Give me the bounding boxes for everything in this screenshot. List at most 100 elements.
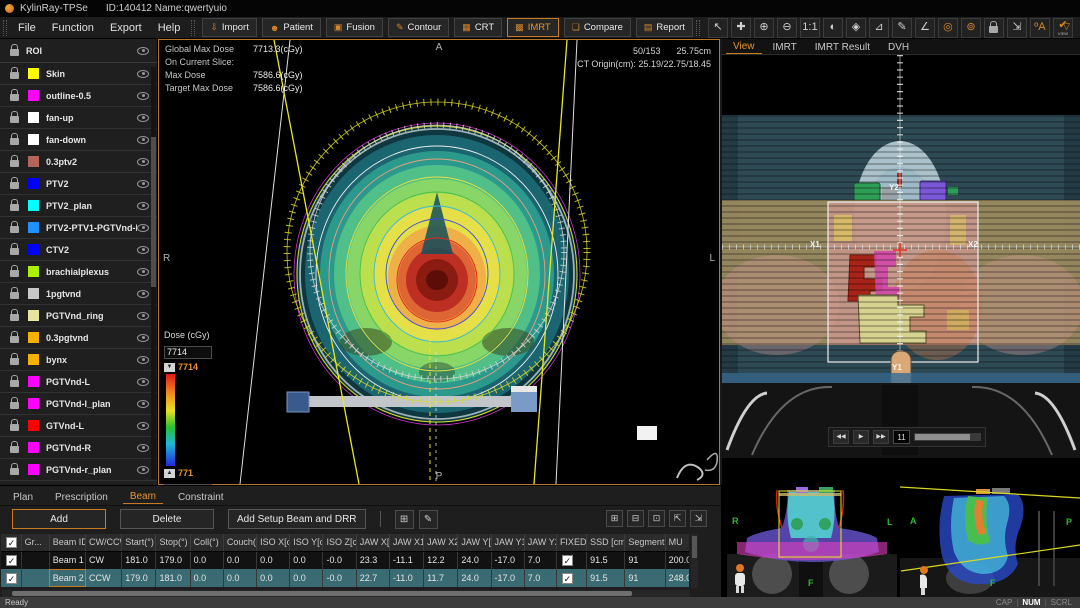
- collapse-toolbar-icon[interactable]: ▽: [1063, 21, 1070, 32]
- table-cell[interactable]: 0.0: [223, 569, 256, 587]
- toolbar-patient-button[interactable]: ☻Patient: [262, 18, 321, 37]
- dose-lower-handle[interactable]: ▲: [164, 469, 175, 478]
- menu-function[interactable]: Function: [44, 22, 102, 34]
- roi-color-swatch[interactable]: [28, 68, 39, 79]
- eye-icon[interactable]: [137, 202, 149, 210]
- table-cell[interactable]: 0.0: [223, 551, 256, 569]
- add-drr-button[interactable]: ⊞: [395, 510, 414, 529]
- lock-icon[interactable]: [10, 292, 19, 299]
- roi-item-pgtvnd-r[interactable]: PGTVnd-R: [0, 437, 157, 459]
- table-cell[interactable]: -0.0: [323, 569, 356, 587]
- roi-color-swatch[interactable]: [28, 398, 39, 409]
- table-cell[interactable]: 22.7: [356, 569, 389, 587]
- tab-plan[interactable]: Plan: [6, 491, 40, 504]
- roi-item-0-3ptv2[interactable]: 0.3ptv2: [0, 151, 157, 173]
- roi-color-swatch[interactable]: [28, 354, 39, 365]
- beam-table-hscrollbar[interactable]: [2, 590, 690, 597]
- lock-icon[interactable]: [10, 49, 19, 56]
- beam-export-button[interactable]: ⇱: [669, 510, 686, 527]
- roi-scrollbar-thumb[interactable]: [151, 137, 156, 287]
- lock-icon[interactable]: [10, 138, 19, 145]
- roi-color-swatch[interactable]: [28, 376, 39, 387]
- fixed-checkbox[interactable]: [562, 573, 573, 584]
- roi-color-swatch[interactable]: [28, 266, 39, 277]
- scrollbar-thumb[interactable]: [12, 591, 632, 596]
- roi-color-swatch[interactable]: [28, 464, 39, 475]
- edit-drr-button[interactable]: ✎: [419, 510, 438, 529]
- table-cell[interactable]: CW: [86, 551, 122, 569]
- rewind-button[interactable]: ◀◀: [833, 430, 849, 444]
- roi-item-pgtvnd-r-plan[interactable]: PGTVnd-r_plan: [0, 459, 157, 481]
- toolbar-crt-button[interactable]: ▦CRT: [454, 18, 502, 37]
- roi-color-swatch[interactable]: [28, 420, 39, 431]
- fast-forward-button[interactable]: ▶▶: [873, 430, 889, 444]
- profile-icon[interactable]: ⊿: [869, 18, 889, 38]
- axial-viewport[interactable]: Global Max Dose7713.3(cGy) On Current Sl…: [158, 39, 720, 485]
- iso-view-icon[interactable]: ◈: [846, 18, 866, 38]
- lock-icon[interactable]: [10, 314, 19, 321]
- table-cell[interactable]: Beam 2: [49, 569, 85, 587]
- roi-item-pgtvnd-l-plan[interactable]: PGTVnd-l_plan: [0, 393, 157, 415]
- eye-icon[interactable]: [137, 47, 149, 55]
- table-cell[interactable]: 181.0: [122, 551, 156, 569]
- toolbar-imrt-button[interactable]: ▩IMRT: [507, 18, 559, 37]
- zoom-in-icon[interactable]: ⊕: [754, 18, 774, 38]
- lock-icon[interactable]: [10, 336, 19, 343]
- table-cell[interactable]: [21, 569, 49, 587]
- beam-table-vscrollbar[interactable]: [691, 534, 698, 588]
- roi-item-ctv2[interactable]: CTV2: [0, 239, 157, 261]
- table-cell[interactable]: 91.5: [587, 551, 625, 569]
- eye-icon[interactable]: [137, 136, 149, 144]
- eye-icon[interactable]: [137, 92, 149, 100]
- actual-size-icon[interactable]: 1:1: [800, 18, 820, 38]
- angle-icon[interactable]: ∠: [915, 18, 935, 38]
- table-cell[interactable]: 200.0: [665, 551, 689, 569]
- zoom-out-icon[interactable]: ⊖: [777, 18, 797, 38]
- roi-item-0-3pgtvnd[interactable]: 0.3pgtvnd: [0, 327, 157, 349]
- roi-color-swatch[interactable]: [28, 156, 39, 167]
- playback-slider[interactable]: [914, 433, 981, 441]
- eye-icon[interactable]: [137, 224, 149, 232]
- beam-opposed-button[interactable]: ⊟: [627, 510, 644, 527]
- lock-icon[interactable]: [10, 424, 19, 431]
- play-button[interactable]: ▶: [853, 430, 869, 444]
- bev-viewport[interactable]: X1 X2 Y2 Y1 ◀◀ ▶ ▶▶ 11: [722, 55, 1080, 485]
- table-cell[interactable]: CCW: [86, 569, 122, 587]
- toolbar-compare-button[interactable]: ❏Compare: [564, 18, 631, 37]
- table-cell[interactable]: -0.0: [323, 551, 356, 569]
- fixed-cell[interactable]: [556, 551, 586, 569]
- row-select-cell[interactable]: [1, 551, 21, 569]
- menu-help[interactable]: Help: [150, 22, 189, 34]
- eye-icon[interactable]: [137, 290, 149, 298]
- table-cell[interactable]: [21, 551, 49, 569]
- lock-icon[interactable]: [10, 248, 19, 255]
- roi-item-fan-down[interactable]: fan-down: [0, 129, 157, 151]
- table-cell[interactable]: 23.3: [356, 551, 389, 569]
- roi-color-swatch[interactable]: [28, 244, 39, 255]
- roi-item-ptv2[interactable]: PTV2: [0, 173, 157, 195]
- lock-icon[interactable]: [10, 160, 19, 167]
- table-cell[interactable]: 24.0: [458, 569, 491, 587]
- toolbar-fusion-button[interactable]: ▣Fusion: [326, 18, 383, 37]
- roi-color-swatch[interactable]: [28, 442, 39, 453]
- beam-row[interactable]: Beam 1CW181.0179.00.00.00.00.0-0.023.3-1…: [1, 551, 689, 569]
- eye-icon[interactable]: [137, 246, 149, 254]
- eye-icon[interactable]: [137, 158, 149, 166]
- eye-icon[interactable]: [137, 444, 149, 452]
- table-cell[interactable]: -11.1: [389, 551, 423, 569]
- add-beam-button[interactable]: Add: [12, 509, 106, 529]
- row-checkbox[interactable]: [6, 555, 17, 566]
- roi-color-swatch[interactable]: [28, 178, 39, 189]
- lock-icon[interactable]: [10, 380, 19, 387]
- beam-template-button[interactable]: ⊡: [648, 510, 665, 527]
- beam-import-button[interactable]: ⇲: [690, 510, 707, 527]
- dose-max-input[interactable]: [164, 346, 212, 359]
- eye-icon[interactable]: [137, 378, 149, 386]
- roi-item-fan-up[interactable]: fan-up: [0, 107, 157, 129]
- roi-scrollbar[interactable]: [151, 67, 156, 479]
- roi-item-bynx[interactable]: bynx: [0, 349, 157, 371]
- table-cell[interactable]: -17.0: [491, 551, 524, 569]
- roi-color-swatch[interactable]: [28, 310, 39, 321]
- roi-color-swatch[interactable]: [28, 134, 39, 145]
- table-cell[interactable]: 7.0: [524, 551, 556, 569]
